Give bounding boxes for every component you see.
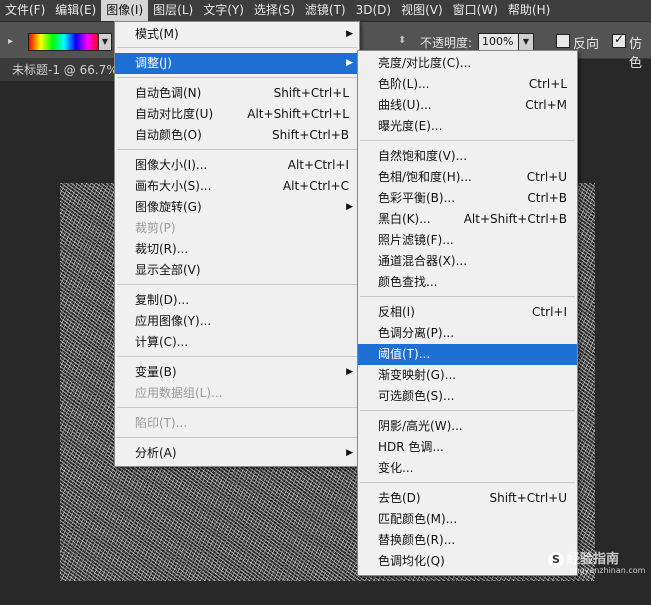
menu-item-apply-data-set: 应用数据组(L)... bbox=[135, 386, 223, 400]
menu-item-photo-filter[interactable]: 照片滤镜(F)... bbox=[358, 230, 577, 251]
adjustments-submenu: 亮度/对比度(C)... 色阶(L)... Ctrl+L 曲线(U)... Ctrl… bbox=[357, 50, 578, 576]
menu-separator bbox=[117, 149, 357, 150]
menu-separator bbox=[360, 482, 575, 483]
menu-item-auto-tone[interactable]: 自动色调(N) Shift+Ctrl+L bbox=[115, 83, 359, 104]
menu-item-trap: 陷印(T)... bbox=[135, 416, 188, 430]
menu-separator bbox=[117, 437, 357, 438]
menu-layer[interactable]: 图层(L) bbox=[148, 0, 198, 21]
menu-file[interactable]: 文件(F) bbox=[0, 0, 50, 21]
submenu-arrow-icon: ▶ bbox=[346, 58, 353, 68]
watermark: S 经验指南 jingyanzhinan.com bbox=[548, 548, 645, 575]
menu-item-selective-color[interactable]: 可选颜色(S)... bbox=[358, 386, 577, 407]
menu-item-exposure[interactable]: 曝光度(E)... bbox=[358, 116, 577, 137]
menu-item-reveal-all[interactable]: 显示全部(V) bbox=[115, 260, 359, 281]
submenu-arrow-icon: ▶ bbox=[346, 29, 353, 39]
menu-item-image-size[interactable]: 图像大小(I)... Alt+Ctrl+I bbox=[115, 155, 359, 176]
menu-item-equalize[interactable]: 色调均化(Q) bbox=[358, 551, 577, 572]
menu-item-hdr-toning[interactable]: HDR 色调... bbox=[358, 437, 577, 458]
menu-item-hue-saturation[interactable]: 色相/饱和度(H)... Ctrl+U bbox=[358, 167, 577, 188]
menu-item-image-rotation[interactable]: 图像旋转(G) ▶ bbox=[115, 197, 359, 218]
menu-item-auto-color[interactable]: 自动颜色(O) Shift+Ctrl+B bbox=[115, 125, 359, 146]
dither-label: 仿色 bbox=[629, 37, 643, 71]
image-menu: 模式(M) ▶ 调整(J) ▶ 自动色调(N) Shift+Ctrl+L 自动对比度(… bbox=[114, 21, 360, 467]
grip-icon[interactable]: ▸ bbox=[8, 37, 16, 47]
menu-separator bbox=[117, 47, 357, 48]
menu-item-curves[interactable]: 曲线(U)... Ctrl+M bbox=[358, 95, 577, 116]
menu-item-levels[interactable]: 色阶(L)... Ctrl+L bbox=[358, 74, 577, 95]
menu-item-calculations[interactable]: 计算(C)... bbox=[115, 332, 359, 353]
menu-item-color-balance[interactable]: 色彩平衡(B)... Ctrl+B bbox=[358, 188, 577, 209]
menu-type[interactable]: 文字(Y) bbox=[198, 0, 249, 21]
menu-separator bbox=[360, 296, 575, 297]
menu-item-adjustments[interactable]: 调整(J) ▶ bbox=[115, 53, 359, 74]
menu-item-canvas-size[interactable]: 画布大小(S)... Alt+Ctrl+C bbox=[115, 176, 359, 197]
menu-item-vibrance[interactable]: 自然饱和度(V)... bbox=[358, 146, 577, 167]
opacity-input[interactable]: 100% bbox=[478, 33, 519, 51]
menu-help[interactable]: 帮助(H) bbox=[503, 0, 555, 21]
menu-item-apply-image[interactable]: 应用图像(Y)... bbox=[115, 311, 359, 332]
menu-item-trim[interactable]: 裁切(R)... bbox=[115, 239, 359, 260]
mode-stepper-icon[interactable]: ⬍ bbox=[398, 35, 406, 46]
menu-item-brightness-contrast[interactable]: 亮度/对比度(C)... bbox=[358, 53, 577, 74]
menu-item-shadows-highlights[interactable]: 阴影/高光(W)... bbox=[358, 416, 577, 437]
menu-item-threshold[interactable]: 阈值(T)... bbox=[358, 344, 577, 365]
menu-item-channel-mixer[interactable]: 通道混合器(X)... bbox=[358, 251, 577, 272]
menu-item-analysis[interactable]: 分析(A) ▶ bbox=[115, 443, 359, 464]
reverse-checkbox[interactable] bbox=[556, 34, 570, 48]
menu-separator bbox=[117, 284, 357, 285]
submenu-arrow-icon: ▶ bbox=[346, 367, 353, 377]
menu-item-duplicate[interactable]: 复制(D)... bbox=[115, 290, 359, 311]
menu-item-color-lookup[interactable]: 颜色查找... bbox=[358, 272, 577, 293]
menu-separator bbox=[117, 407, 357, 408]
menu-select[interactable]: 选择(S) bbox=[249, 0, 300, 21]
menu-separator bbox=[117, 77, 357, 78]
menu-item-black-white[interactable]: 黑白(K)... Alt+Shift+Ctrl+B bbox=[358, 209, 577, 230]
submenu-arrow-icon: ▶ bbox=[346, 448, 353, 458]
document-tab[interactable]: 未标题-1 @ 66.7% bbox=[0, 59, 128, 81]
menu-item-posterize[interactable]: 色调分离(P)... bbox=[358, 323, 577, 344]
menu-item-variables[interactable]: 变量(B) ▶ bbox=[115, 362, 359, 383]
watermark-logo-icon: S bbox=[548, 551, 564, 568]
menu-item-mode[interactable]: 模式(M) ▶ bbox=[115, 24, 359, 45]
gradient-picker[interactable] bbox=[28, 33, 100, 51]
opacity-dropdown-icon[interactable]: ▼ bbox=[518, 33, 534, 51]
menu-item-invert[interactable]: 反相(I) Ctrl+I bbox=[358, 302, 577, 323]
menu-edit[interactable]: 编辑(E) bbox=[50, 0, 101, 21]
menu-filter[interactable]: 滤镜(T) bbox=[300, 0, 351, 21]
gradient-dropdown-icon[interactable]: ▼ bbox=[98, 33, 112, 51]
dither-checkbox[interactable] bbox=[612, 32, 626, 48]
menu-3d[interactable]: 3D(D) bbox=[351, 0, 396, 21]
menu-item-crop: 裁剪(P) bbox=[135, 221, 176, 235]
menu-view[interactable]: 视图(V) bbox=[396, 0, 448, 21]
menu-item-match-color[interactable]: 匹配颜色(M)... bbox=[358, 509, 577, 530]
opacity-label: 不透明度: bbox=[420, 36, 473, 50]
menu-item-gradient-map[interactable]: 渐变映射(G)... bbox=[358, 365, 577, 386]
menu-item-desaturate[interactable]: 去色(D) Shift+Ctrl+U bbox=[358, 488, 577, 509]
menu-image[interactable]: 图像(I) bbox=[101, 0, 149, 21]
menu-item-auto-contrast[interactable]: 自动对比度(U) Alt+Shift+Ctrl+L bbox=[115, 104, 359, 125]
menu-item-variations[interactable]: 变化... bbox=[358, 458, 577, 479]
menu-window[interactable]: 窗口(W) bbox=[448, 0, 503, 21]
menu-separator bbox=[360, 410, 575, 411]
menu-bar: 文件(F) 编辑(E) 图像(I) 图层(L) 文字(Y) 选择(S) 滤镜(T… bbox=[0, 0, 651, 22]
submenu-arrow-icon: ▶ bbox=[346, 202, 353, 212]
menu-separator bbox=[117, 356, 357, 357]
menu-separator bbox=[360, 140, 575, 141]
menu-item-replace-color[interactable]: 替换颜色(R)... bbox=[358, 530, 577, 551]
